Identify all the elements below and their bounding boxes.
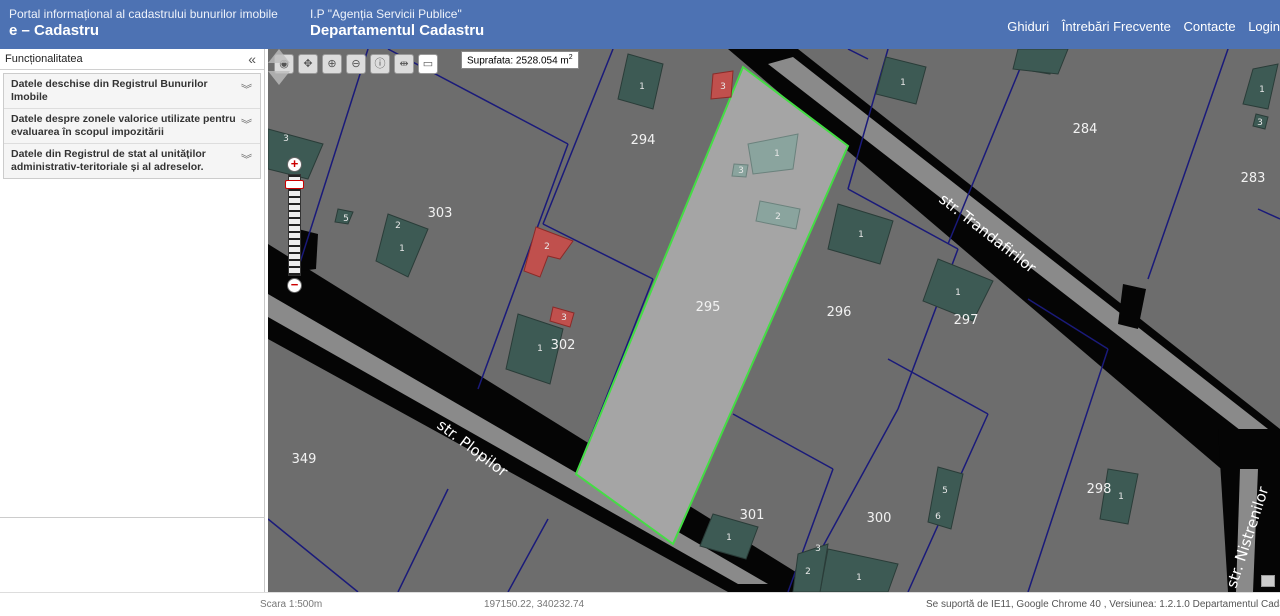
accordion-item-label: Datele despre zonele valorice utilizate … <box>11 113 236 138</box>
building-label: 1 <box>537 344 543 354</box>
parcel-boundary <box>1147 49 1229 280</box>
building-label: 3 <box>283 134 289 144</box>
building-label: 6 <box>935 512 941 522</box>
building-label: 5 <box>942 486 948 496</box>
building-label: 1 <box>774 149 780 159</box>
cursor-coordinates: 197150.22, 340232.74 <box>484 599 585 610</box>
double-chevron-down-icon: ︾ <box>241 119 252 131</box>
double-chevron-left-icon[interactable]: « <box>248 51 256 67</box>
organization-title: Departamentul Cadastru <box>310 22 485 39</box>
zoom-out-icon[interactable]: ⊖ <box>346 54 366 74</box>
parcel-label-300: 300 <box>867 511 892 526</box>
accordion-item-value-zones[interactable]: Datele despre zonele valorice utilizate … <box>4 109 260 144</box>
footer-bar: Scara 1:500m 197150.22, 340232.74 Se sup… <box>0 592 1280 616</box>
nav-contacte[interactable]: Contacte <box>1184 19 1236 34</box>
building-label: 3 <box>1257 118 1263 128</box>
zoom-plus-button[interactable]: + <box>287 157 302 172</box>
parcel-boundary <box>397 488 449 592</box>
parcel-boundary <box>268 518 359 592</box>
pan-up-arrow[interactable] <box>268 49 290 63</box>
accordion-item-address-registry[interactable]: Datele din Registrul de stat al unitățil… <box>4 144 260 178</box>
top-navigation: Ghiduri Întrebări Frecvente Contacte Log… <box>998 19 1280 34</box>
functionality-sidebar: Funcționalitatea « Datele deschise din R… <box>0 49 265 592</box>
zoom-minus-button[interactable]: − <box>287 278 302 293</box>
area-readout: Suprafata: 2528.054 m2 <box>461 51 579 70</box>
accordion-item-label: Datele deschise din Registrul Bunurilor … <box>11 78 208 103</box>
building-label: 1 <box>639 82 645 92</box>
parcel-label-301: 301 <box>740 508 765 523</box>
building-label: 1 <box>1118 492 1124 502</box>
area-value: Suprafata: 2528.054 m <box>467 55 569 67</box>
zoom-slider-track[interactable] <box>288 174 301 276</box>
parcel-label-297: 297 <box>954 313 979 328</box>
building-label: 3 <box>738 166 744 176</box>
parcel-label-283: 283 <box>1241 171 1266 186</box>
accordion-item-open-data[interactable]: Datele deschise din Registrul Bunurilor … <box>4 74 260 109</box>
building-label: 2 <box>544 242 550 252</box>
building-label: 1 <box>726 533 732 543</box>
building-label: 1 <box>858 230 864 240</box>
sidebar-divider <box>0 517 265 518</box>
measure-icon[interactable]: ⇹ <box>394 54 414 74</box>
parcel-boundary <box>732 413 834 470</box>
parcel-boundary <box>507 518 549 592</box>
building <box>927 466 964 530</box>
brand-subtitle: Portal informațional al cadastrului bunu… <box>9 7 278 21</box>
building-label: 1 <box>399 244 405 254</box>
nav-ghiduri[interactable]: Ghiduri <box>1007 19 1049 34</box>
brand-title[interactable]: e – Cadastru <box>9 22 99 39</box>
zoom-slider-thumb[interactable] <box>285 180 304 189</box>
parcel-boundary <box>847 49 869 60</box>
building-label: 1 <box>856 573 862 583</box>
sidebar-header: Funcționalitatea « <box>0 49 264 70</box>
sidebar-title: Funcționalitatea <box>5 53 83 65</box>
area-measure-icon[interactable]: ▭ <box>418 54 438 74</box>
building <box>1012 49 1069 75</box>
building-label: 5 <box>343 214 349 224</box>
parcel-boundary <box>1027 348 1109 592</box>
building-label: 3 <box>720 82 726 92</box>
cadastral-map[interactable]: 1 1 1 2 5 1 1 1 1 1 5 6 3 2 1 1 3 3 1 2 … <box>268 49 1280 592</box>
building-label: 2 <box>775 212 781 222</box>
parcel-label-294: 294 <box>631 133 656 148</box>
organization-subtitle: I.P "Agenția Servicii Publice" <box>310 7 462 21</box>
building-label: 3 <box>561 313 567 323</box>
building-label: 2 <box>395 221 401 231</box>
map-scale: Scara 1:500m <box>260 599 323 610</box>
overview-toggle-icon[interactable] <box>1261 575 1275 587</box>
building-label: 1 <box>1259 85 1265 95</box>
zoom-in-icon[interactable]: ⊕ <box>322 54 342 74</box>
version-info: Se suportă de IE11, Google Chrome 40 , V… <box>926 599 1280 610</box>
double-chevron-down-icon: ︾ <box>241 84 252 96</box>
pan-icon[interactable]: ✥ <box>298 54 318 74</box>
parcel-boundary <box>1257 208 1280 220</box>
info-icon[interactable]: ⓘ <box>370 54 390 74</box>
map-canvas[interactable]: 1 1 1 2 5 1 1 1 1 1 5 6 3 2 1 1 3 3 1 2 … <box>268 49 1280 592</box>
area-unit-superscript: 2 <box>568 54 573 61</box>
nav-login[interactable]: Login <box>1248 19 1280 34</box>
parcel-label-303: 303 <box>428 206 453 221</box>
parcel-label-296: 296 <box>827 305 852 320</box>
accordion-item-label: Datele din Registrul de stat al unitățil… <box>11 148 206 173</box>
building-label: 1 <box>900 78 906 88</box>
building-label: 1 <box>955 288 961 298</box>
building-label: 3 <box>815 544 821 554</box>
nav-intrebari-frecvente[interactable]: Întrebări Frecvente <box>1062 19 1171 34</box>
header-bar: Portal informațional al cadastrului bunu… <box>0 0 1280 49</box>
building-label: 2 <box>805 567 811 577</box>
parcel-label-302: 302 <box>551 338 576 353</box>
parcel-label-295: 295 <box>696 300 721 315</box>
parcel-boundary <box>887 358 989 415</box>
functionality-accordion: Datele deschise din Registrul Bunurilor … <box>3 73 261 179</box>
building <box>819 548 899 592</box>
parcel-label-298: 298 <box>1087 482 1112 497</box>
parcel-label-349: 349 <box>292 452 317 467</box>
parcel-label-284: 284 <box>1073 122 1098 137</box>
pan-arrows-icon[interactable] <box>268 49 290 85</box>
pan-down-arrow[interactable] <box>268 71 290 85</box>
double-chevron-down-icon: ︾ <box>241 154 252 166</box>
